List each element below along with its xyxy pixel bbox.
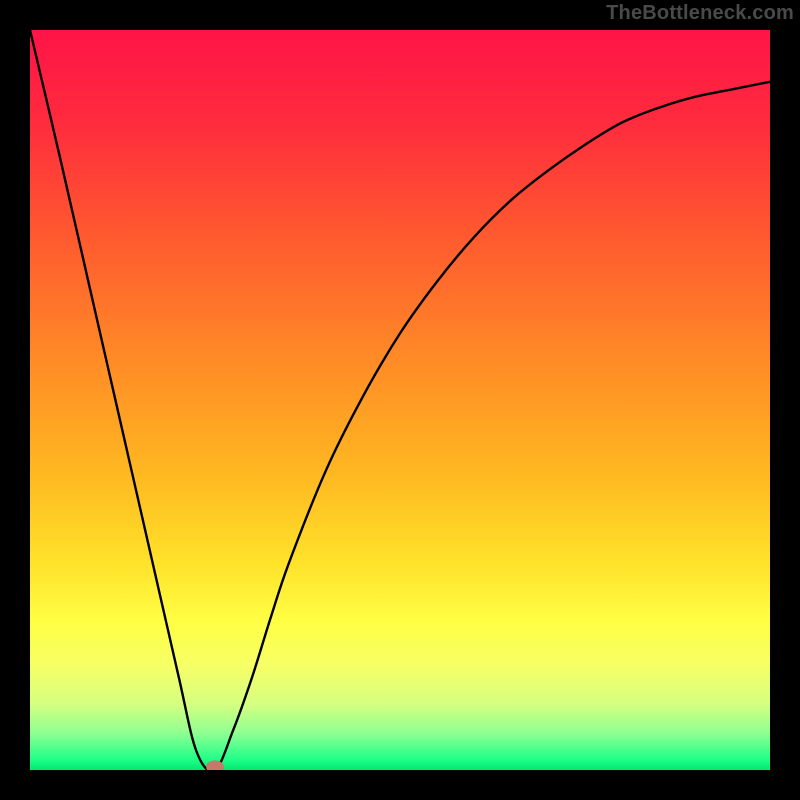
chart-frame: TheBottleneck.com <box>0 0 800 800</box>
plot-svg <box>30 30 770 770</box>
attribution-text: TheBottleneck.com <box>606 2 794 25</box>
gradient-background <box>30 30 770 770</box>
plot-area <box>30 30 770 770</box>
